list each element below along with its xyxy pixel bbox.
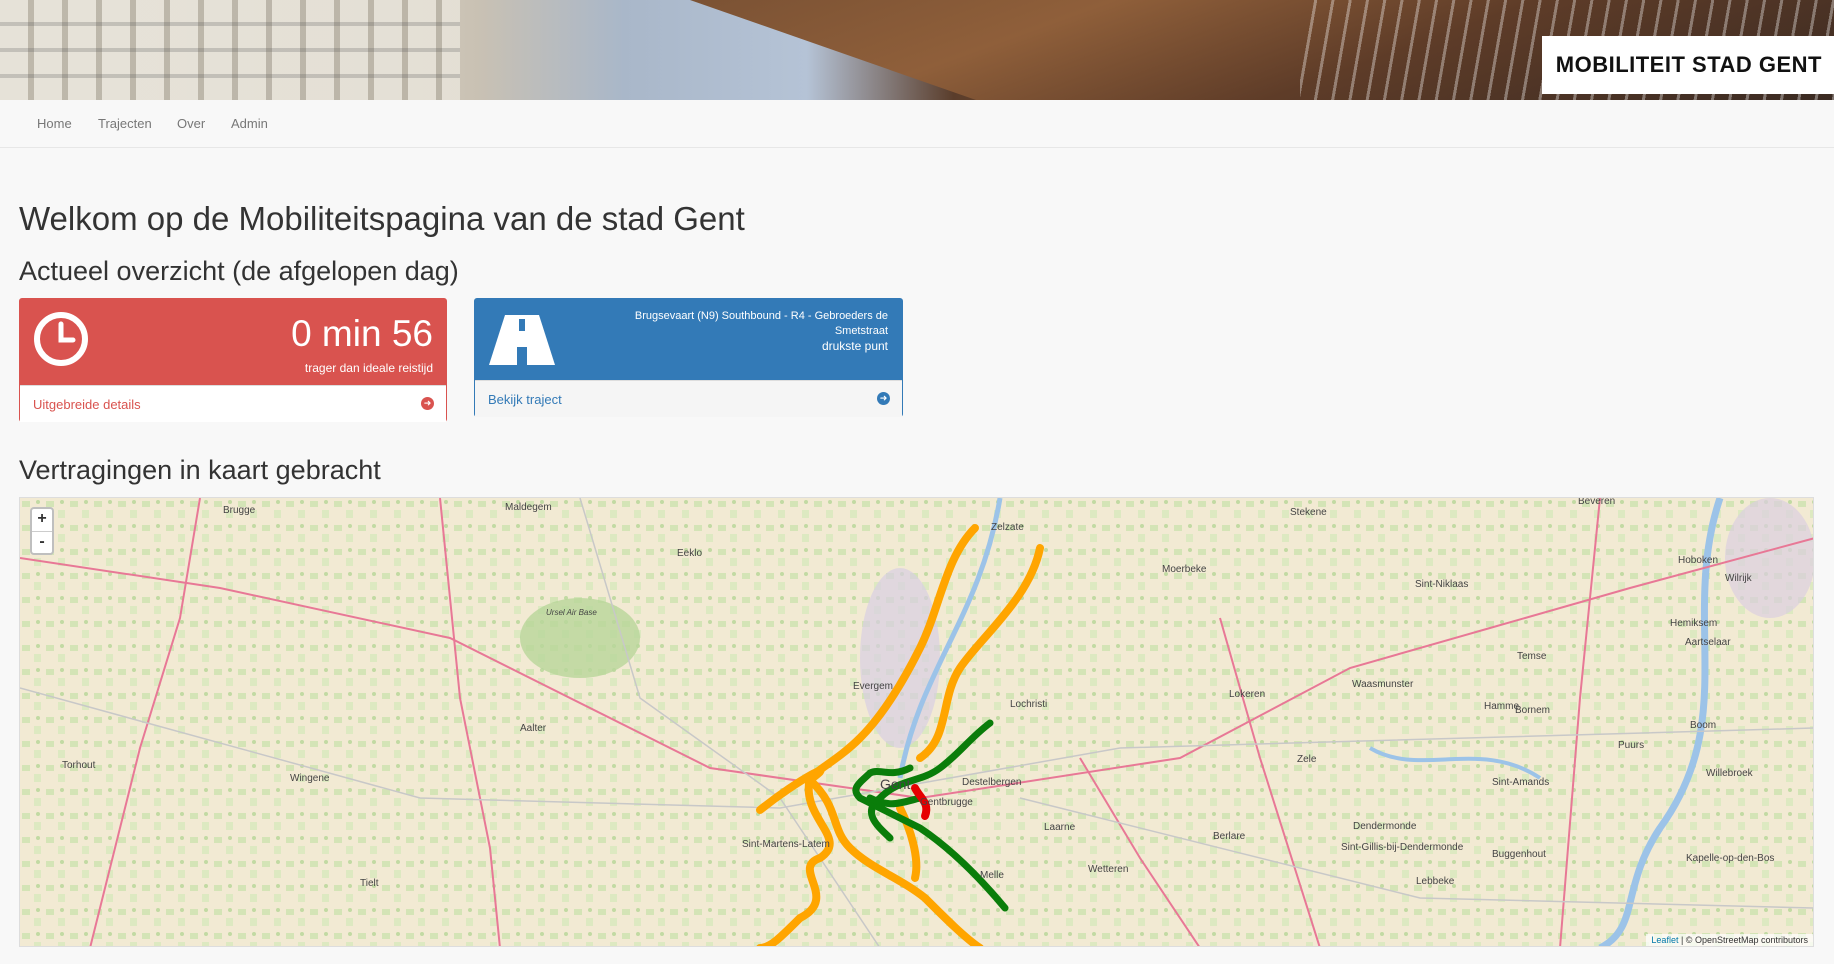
delay-map[interactable]: Brugge Maldegem Eeklo Zelzate Stekene Be… [19, 497, 1814, 947]
brand-title[interactable]: MOBILITEIT STAD GENT [1541, 36, 1834, 94]
map-town-label: Torhout [62, 760, 96, 771]
road-icon [489, 315, 555, 365]
map-town-label: Bornem [1515, 705, 1550, 716]
map-town-label: Temse [1517, 651, 1547, 662]
map-attribution: Leaflet | © OpenStreetMap contributors [1646, 934, 1813, 946]
map-town-label: Waasmunster [1352, 679, 1414, 690]
map-town-label: Gentbrugge [920, 797, 973, 808]
view-route-label[interactable]: Bekijk traject [488, 392, 562, 407]
map-town-label: Stekene [1290, 507, 1327, 518]
page-title: Welkom op de Mobiliteitspagina van de st… [19, 200, 745, 237]
map-town-label: Hemiksem [1670, 618, 1717, 629]
map-town-label: Wingene [290, 773, 330, 784]
map-town-label: Laarne [1044, 822, 1076, 833]
osm-attribution: | © OpenStreetMap contributors [1680, 935, 1808, 945]
map-town-label: Destelbergen [962, 777, 1021, 788]
map-town-label: Hoboken [1678, 555, 1718, 566]
map-town-label: Puurs [1618, 740, 1644, 751]
map-town-label: Melle [980, 870, 1004, 881]
nav-over[interactable]: Over [177, 100, 205, 148]
map-town-label: Lokeren [1229, 689, 1265, 700]
map-town-label: Willebroek [1706, 768, 1754, 779]
map-town-label: Beveren [1578, 498, 1615, 507]
map-heading: Vertragingen in kaart gebracht [19, 455, 381, 485]
map-town-label: Zelzate [991, 522, 1024, 533]
delay-card: 0 min 56 trager dan ideale reistijd Uitg… [19, 298, 447, 422]
map-town-label: Boom [1690, 720, 1716, 731]
map-town-label: Buggenhout [1492, 849, 1546, 860]
clock-icon [34, 312, 88, 366]
delay-value: 0 min 56 [291, 313, 433, 354]
delay-caption: trager dan ideale reistijd [304, 361, 433, 375]
arrow-circle-right-icon[interactable]: ➜ [877, 392, 890, 405]
map-town-label: Sint-Niklaas [1415, 579, 1468, 590]
map-town-label: Eeklo [677, 548, 702, 559]
map-town-label: Evergem [853, 681, 893, 692]
zoom-control: + - [30, 507, 54, 555]
map-town-label: Wetteren [1088, 864, 1128, 875]
delay-details-link[interactable]: Uitgebreide details ➜ [20, 385, 446, 422]
view-route-link[interactable]: Bekijk traject ➜ [475, 380, 902, 417]
zoom-out-button[interactable]: - [32, 531, 52, 553]
leaflet-link[interactable]: Leaflet [1651, 935, 1678, 945]
arrow-circle-right-icon[interactable]: ➜ [421, 397, 434, 410]
map-town-label: Gent [880, 776, 910, 792]
header-banner: MOBILITEIT STAD GENT [0, 0, 1834, 100]
overview-heading: Actueel overzicht (de afgelopen dag) [19, 256, 459, 286]
delay-details-label[interactable]: Uitgebreide details [33, 397, 141, 412]
map-town-label: Brugge [223, 505, 256, 516]
map-town-label: Moerbeke [1162, 564, 1207, 575]
route-card: Brugsevaart (N9) Southbound - R4 - Gebro… [474, 298, 903, 417]
route-name: Brugsevaart (N9) Southbound - R4 - Gebro… [634, 310, 888, 337]
map-town-label: Lochristi [1010, 699, 1047, 710]
nav-home[interactable]: Home [37, 100, 72, 148]
map-town-label: Maldegem [505, 502, 552, 513]
nav-admin[interactable]: Admin [231, 100, 268, 148]
map-town-label: Sint-Gillis-bij-Dendermonde [1341, 842, 1464, 853]
map-town-label: Aartselaar [1685, 637, 1731, 648]
map-town-label: Kapelle-op-den-Bos [1686, 853, 1774, 864]
zoom-in-button[interactable]: + [32, 509, 52, 531]
map-town-label: Wilrijk [1725, 573, 1753, 584]
map-town-label: Aalter [520, 723, 547, 734]
map-town-label: Dendermonde [1353, 821, 1417, 832]
route-caption: drukste punt [821, 339, 888, 353]
map-town-label: Lebbeke [1416, 876, 1455, 887]
map-town-label: Sint-Amands [1492, 777, 1549, 788]
map-town-label: Zele [1297, 754, 1317, 765]
navbar: Home Trajecten Over Admin [0, 100, 1834, 148]
nav-trajecten[interactable]: Trajecten [98, 100, 152, 148]
map-town-label: Tielt [360, 878, 379, 889]
map-town-label: Berlare [1213, 831, 1246, 842]
map-town-label: Ursel Air Base [546, 608, 597, 617]
map-tiles[interactable]: Brugge Maldegem Eeklo Zelzate Stekene Be… [20, 498, 1814, 947]
map-town-label: Sint-Martens-Latem [742, 839, 830, 850]
map-town-label: Hamme [1484, 701, 1519, 712]
